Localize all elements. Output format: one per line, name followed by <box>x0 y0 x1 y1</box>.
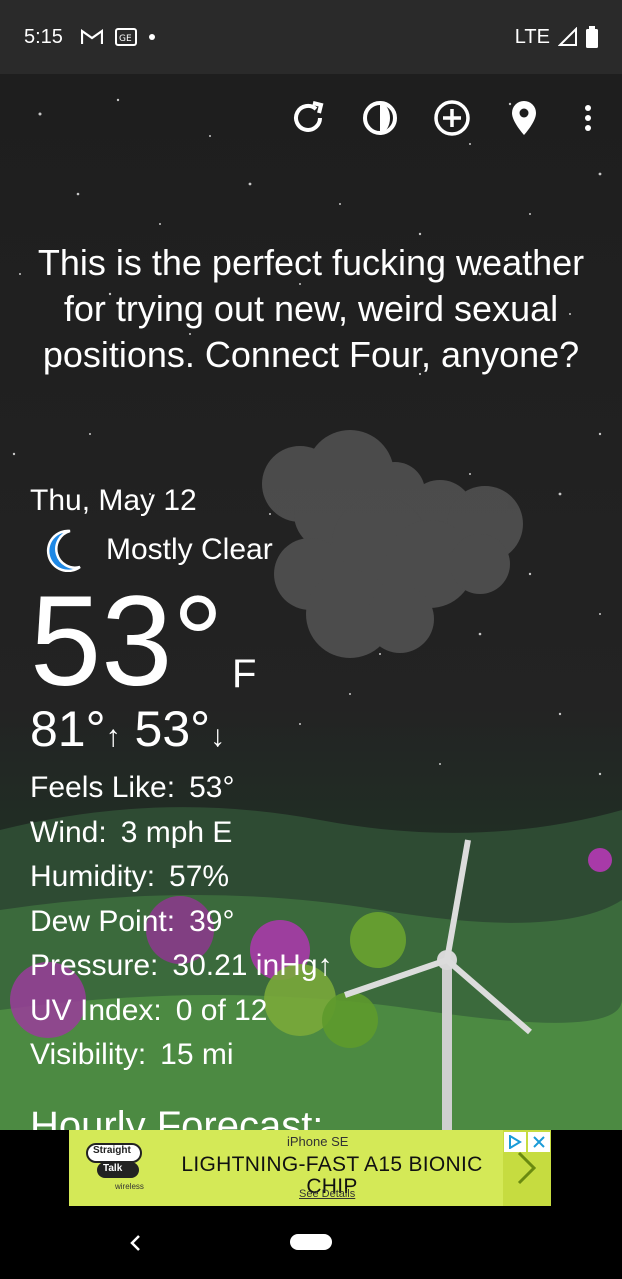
detail-uv-index: UV Index: 0 of 12 <box>30 993 268 1027</box>
home-button[interactable] <box>290 1234 332 1250</box>
detail-wind: Wind: 3 mph E <box>30 815 233 849</box>
ad-brand-line1: Straight <box>93 1145 131 1156</box>
add-location-icon <box>434 100 470 136</box>
location-pin-icon <box>512 101 536 135</box>
current-date: Thu, May 12 <box>30 484 197 517</box>
detail-feels-like: Feels Like: 53° <box>30 771 235 804</box>
ad-brand-line2: Talk <box>103 1163 123 1174</box>
current-temperature: 53° <box>30 570 224 713</box>
low-temp: 53° <box>134 701 211 757</box>
ad-banner[interactable]: Straight Talk wireless iPhone SE LIGHTNI… <box>69 1130 551 1206</box>
ad-see-details[interactable]: See Details <box>299 1188 355 1200</box>
signal-icon <box>558 27 577 46</box>
down-arrow-icon: ↓ <box>210 720 226 753</box>
notification-dot-icon <box>148 34 155 40</box>
moon-icon <box>46 529 81 572</box>
battery-icon <box>586 26 598 48</box>
detail-dew-point: Dew Point: 39° <box>30 904 235 938</box>
svg-text:GE: GE <box>119 34 132 44</box>
weather-details: Feels Like: 53° Wind: 3 mph E Humidity: 57%… <box>30 766 333 1078</box>
detail-humidity: Humidity: 57% <box>30 860 230 893</box>
temperature-unit: F <box>232 652 257 696</box>
high-low: 81°↑ 53°↓ <box>30 700 225 766</box>
location-button[interactable] <box>502 96 546 140</box>
refresh-icon <box>294 101 324 132</box>
detail-visibility: Visibility: 15 mi <box>30 1038 234 1071</box>
toolbar <box>0 96 622 140</box>
condition-row: Mostly Clear <box>40 528 273 572</box>
status-time: 5:15 <box>24 25 63 48</box>
up-arrow-icon: ↑ <box>105 720 121 753</box>
back-button[interactable] <box>118 1226 152 1260</box>
condition-text: Mostly Clear <box>106 533 273 566</box>
chevron-right-icon <box>517 1151 537 1185</box>
refresh-button[interactable] <box>286 96 330 140</box>
more-button[interactable] <box>566 96 610 140</box>
gmail-icon <box>80 29 103 44</box>
more-vert-icon <box>585 105 591 131</box>
adchoices-button[interactable] <box>504 1132 526 1152</box>
add-location-button[interactable] <box>430 96 474 140</box>
ad-close-button[interactable] <box>528 1132 550 1152</box>
network-type: LTE <box>514 25 550 48</box>
high-temp: 81° <box>30 701 106 757</box>
weather-quip: This is the perfect fucking weather for … <box>37 242 585 375</box>
theme-icon <box>363 101 397 135</box>
detail-pressure: Pressure: 30.21 inHg↑ <box>30 949 333 982</box>
status-bar: 5:15 GE LTE <box>0 0 622 74</box>
cloud-shape <box>262 430 523 658</box>
close-icon <box>533 1136 545 1148</box>
adchoices-icon <box>509 1135 522 1149</box>
ad-brand-line3: wireless <box>115 1182 144 1191</box>
ad-product: iPhone SE <box>287 1134 349 1149</box>
theme-button[interactable] <box>358 96 402 140</box>
back-icon <box>130 1235 140 1251</box>
news-icon: GE <box>114 28 137 46</box>
navigation-bar <box>0 1212 622 1279</box>
